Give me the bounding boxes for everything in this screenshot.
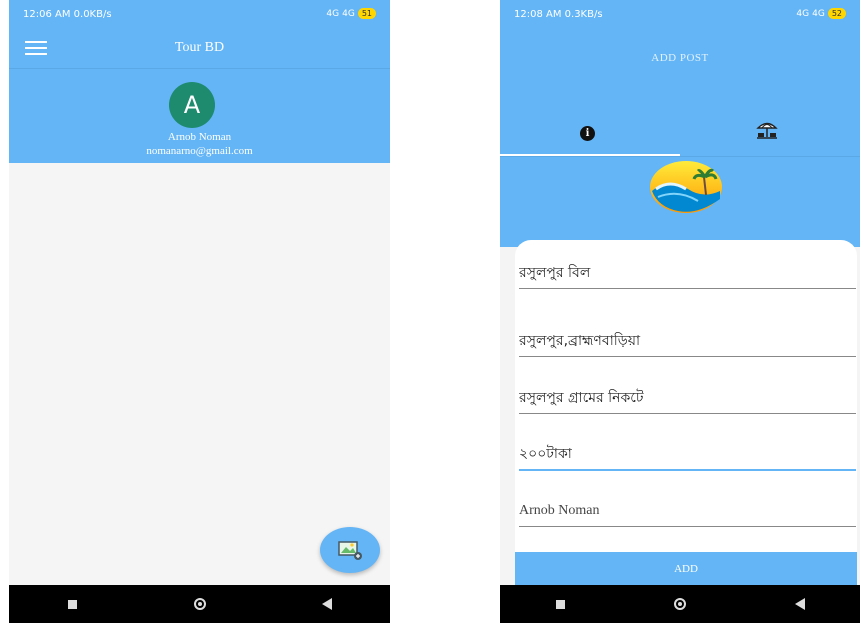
status-bar: 12:08 AM 0.3KB/s 4G 4G 52 bbox=[500, 0, 860, 28]
recents-icon bbox=[555, 599, 565, 609]
app-bar: Tour BD bbox=[9, 28, 390, 68]
profile-header: A Arnob Noman nomanarno@gmail.com bbox=[9, 68, 390, 164]
status-signal: 4G 4G 51 bbox=[326, 8, 376, 19]
signal-label-2: 4G bbox=[342, 8, 355, 19]
app-bar: ADD POST bbox=[500, 28, 860, 68]
back-button[interactable] bbox=[785, 592, 815, 616]
back-button[interactable] bbox=[312, 592, 342, 616]
beach-logo-icon bbox=[650, 161, 722, 213]
signal-label: 4G bbox=[796, 8, 810, 19]
status-signal: 4G 4G 52 bbox=[796, 8, 846, 19]
tab-info[interactable]: i bbox=[500, 116, 680, 156]
battery-icon: 52 bbox=[827, 8, 846, 19]
description-input[interactable] bbox=[519, 385, 856, 411]
add-button[interactable]: ADD bbox=[515, 552, 857, 585]
cost-input[interactable] bbox=[519, 441, 856, 467]
tab-bar: i bbox=[500, 68, 860, 156]
status-bar: 12:06 AM 0.0KB/s 4G 4G 51 bbox=[9, 0, 390, 28]
author-input[interactable] bbox=[519, 498, 856, 524]
recents-button[interactable] bbox=[58, 592, 88, 616]
back-icon bbox=[795, 598, 805, 610]
beach-umbrella-icon bbox=[756, 122, 778, 139]
hero-banner bbox=[500, 156, 860, 247]
status-time: 12:08 AM 0.3KB/s bbox=[514, 9, 603, 20]
status-time: 12:06 AM 0.0KB/s bbox=[23, 9, 112, 20]
back-icon bbox=[321, 598, 332, 610]
recents-button[interactable] bbox=[545, 592, 575, 616]
page-title: ADD POST bbox=[651, 52, 709, 64]
location-input[interactable] bbox=[519, 328, 856, 354]
system-nav-bar bbox=[9, 585, 390, 623]
place-name-field[interactable] bbox=[519, 260, 856, 289]
place-name-input[interactable] bbox=[519, 260, 856, 286]
author-field[interactable] bbox=[519, 498, 856, 527]
info-icon: i bbox=[580, 126, 595, 141]
app-title: Tour BD bbox=[174, 40, 225, 55]
cost-field[interactable] bbox=[519, 441, 856, 471]
description-field[interactable] bbox=[519, 385, 856, 414]
system-nav-bar bbox=[500, 585, 860, 623]
add-post-button[interactable] bbox=[320, 527, 380, 573]
location-field[interactable] bbox=[519, 328, 856, 357]
content-area bbox=[9, 163, 390, 585]
add-photo-icon bbox=[338, 541, 362, 560]
recents-icon bbox=[68, 599, 77, 609]
tab-beach[interactable] bbox=[680, 116, 860, 156]
avatar[interactable]: A bbox=[169, 82, 215, 128]
home-icon bbox=[674, 598, 686, 610]
right-phone-screen: 12:08 AM 0.3KB/s 4G 4G 52 ADD POST i রসু… bbox=[500, 0, 860, 623]
battery-icon: 51 bbox=[357, 8, 376, 19]
user-name: Arnob Noman bbox=[167, 131, 232, 143]
post-form-card bbox=[515, 240, 857, 585]
signal-label-2: 4G bbox=[812, 8, 825, 19]
home-icon bbox=[193, 598, 206, 610]
left-phone-screen: 12:06 AM 0.0KB/s 4G 4G 51 Tour BD A Arno… bbox=[9, 0, 390, 623]
user-email: nomanarno@gmail.com bbox=[146, 145, 253, 157]
signal-label: 4G bbox=[326, 8, 340, 19]
home-button[interactable] bbox=[185, 592, 215, 616]
home-button[interactable] bbox=[665, 592, 695, 616]
